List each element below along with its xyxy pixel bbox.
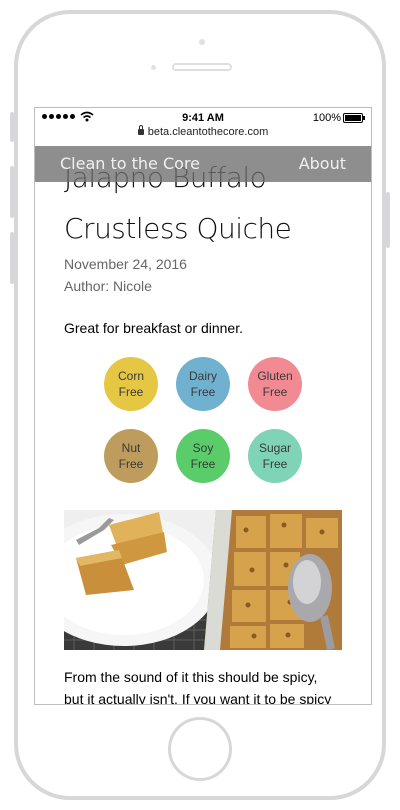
site-navbar: Clean to the Core About (35, 146, 371, 182)
phone-screen: 9:41 AM 100% beta.cleantothecore.com Jal… (34, 107, 372, 705)
badge-sugar-free: Sugar Free (248, 429, 302, 483)
badge-corn-free: Corn Free (104, 357, 158, 411)
post-intro: Great for breakfast or dinner. (64, 320, 243, 336)
badge-soy-free: Soy Free (176, 429, 230, 483)
earpiece-speaker (172, 63, 232, 71)
site-brand-link[interactable]: Clean to the Core (60, 154, 200, 173)
post-body: From the sound of it this should be spic… (64, 666, 354, 705)
battery-icon (343, 113, 365, 123)
front-camera (199, 39, 205, 45)
badge-dairy-free: Dairy Free (176, 357, 230, 411)
post-date: November 24, 2016 (64, 256, 187, 272)
home-button[interactable] (168, 717, 232, 781)
post-body-line-1: From the sound of it this should be spic… (64, 669, 318, 685)
volume-down-button (10, 232, 14, 284)
mute-switch (10, 112, 14, 142)
nav-about-link[interactable]: About (299, 154, 346, 173)
battery-percent: 100% (312, 112, 341, 124)
proximity-sensor (151, 65, 156, 70)
post-body-line-2: but it actually isn't. If you want it to… (64, 691, 332, 705)
volume-up-button (10, 166, 14, 218)
power-button (386, 192, 390, 248)
badge-gluten-free: Gluten Free (248, 357, 302, 411)
post-title-line-2: Crustless Quiche (64, 212, 292, 245)
recipe-photo (64, 510, 342, 650)
address-bar[interactable]: beta.cleantothecore.com (35, 125, 371, 146)
url-text: beta.cleantothecore.com (147, 126, 269, 138)
badge-nut-free: Nut Free (104, 429, 158, 483)
quiche-photo (64, 510, 342, 650)
lock-icon (137, 125, 144, 135)
post-author: Author: Nicole (64, 278, 152, 294)
